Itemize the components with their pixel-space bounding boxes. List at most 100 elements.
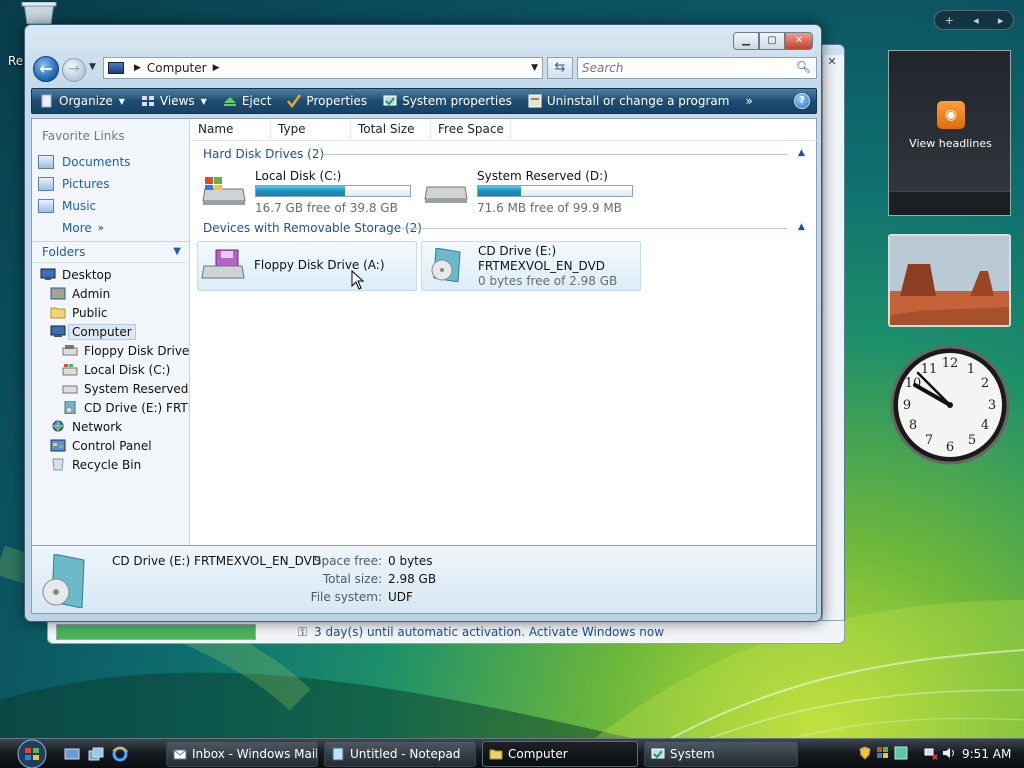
start-button[interactable] — [8, 739, 50, 768]
view-headlines-label[interactable]: View headlines — [889, 137, 1012, 150]
switch-windows-icon[interactable] — [88, 746, 104, 762]
search-box[interactable]: 🔍︎ — [577, 57, 817, 79]
next-icon[interactable]: ▸ — [998, 14, 1004, 27]
details-pane: CD Drive (E:) FRTMEXVOL_EN_DVD Space fre… — [31, 546, 817, 614]
computer-icon — [108, 62, 124, 74]
folders-header[interactable]: Folders ▼ — [32, 241, 189, 263]
search-icon[interactable]: 🔍︎ — [796, 60, 811, 74]
navigation-pane: Favorite Links Documents Pictures Music … — [32, 119, 190, 545]
close-button[interactable]: ✕ — [785, 32, 813, 50]
background-close-icon[interactable]: ✕ — [822, 55, 842, 73]
minimize-button[interactable]: ▁ — [733, 32, 759, 50]
taskbar-item-notepad[interactable]: Untitled - Notepad — [324, 741, 476, 767]
internet-explorer-icon[interactable] — [112, 746, 128, 762]
show-desktop-icon[interactable] — [64, 746, 80, 762]
tree-item-computer[interactable]: Computer — [32, 322, 189, 341]
favorite-link-music[interactable]: Music — [38, 195, 130, 217]
tree-item-local-disk-c[interactable]: Local Disk (C:) — [32, 360, 189, 379]
sidebar-icon[interactable] — [894, 746, 908, 760]
tree-item-label: Network — [72, 419, 123, 434]
recent-pages-dropdown-icon[interactable]: ▼ — [89, 62, 96, 72]
security-shield-icon[interactable] — [858, 746, 872, 760]
sidebar-controls[interactable]: + ◂ ▸ — [934, 10, 1014, 30]
system-properties-button[interactable]: System properties — [375, 89, 520, 113]
more-commands-button[interactable]: » — [737, 89, 760, 113]
eject-button[interactable]: Eject — [215, 89, 280, 113]
maximize-button[interactable]: ▢ — [759, 32, 785, 50]
help-icon[interactable]: ? — [794, 93, 810, 109]
previous-icon[interactable]: ◂ — [973, 14, 979, 27]
network-status-icon[interactable] — [924, 746, 938, 760]
title-bar-buttons: ▁ ▢ ✕ — [733, 32, 813, 50]
organize-button[interactable]: Organize ▼ — [32, 89, 133, 113]
search-input[interactable] — [578, 58, 788, 78]
double-chevron-right-icon: » — [97, 222, 104, 234]
collapse-chevron-up-icon[interactable]: ▲ — [798, 222, 805, 232]
views-button[interactable]: Views ▼ — [133, 89, 215, 113]
network-icon — [52, 420, 64, 432]
tree-item-public[interactable]: Public — [32, 303, 189, 322]
column-header-total-size[interactable]: Total Size — [351, 119, 431, 141]
favorite-link-documents[interactable]: Documents — [38, 151, 130, 173]
volume-icon[interactable] — [942, 746, 956, 760]
recycle-bin-desktop-icon[interactable] — [20, 2, 58, 24]
svg-text:5: 5 — [968, 433, 976, 448]
explorer-window[interactable]: ▁ ▢ ✕ ← → ▼ ▶ Computer ▶ ▼ ⇆ 🔍︎ Organize… — [24, 24, 822, 622]
drive-system-reserved-d[interactable]: System Reserved (D:) 71.6 MB free of 99.… — [421, 167, 637, 217]
tree-item-floppy[interactable]: Floppy Disk Drive (A:) — [32, 341, 189, 360]
activation-link[interactable]: ⚿ 3 day(s) until automatic activation. Ac… — [298, 625, 664, 640]
tree-item-label: Floppy Disk Drive (A:) — [84, 343, 189, 358]
activation-text[interactable]: 3 day(s) until automatic activation. Act… — [314, 625, 664, 639]
tree-item-network[interactable]: Network — [32, 417, 189, 436]
favorite-links-more[interactable]: More » — [38, 217, 130, 239]
background-status-bar: ⚿ 3 day(s) until automatic activation. Ac… — [47, 620, 845, 644]
breadcrumb-separator-icon[interactable]: ▶ — [134, 63, 141, 73]
column-header-free-space[interactable]: Free Space — [431, 119, 511, 141]
properties-button[interactable]: Properties — [279, 89, 375, 113]
group-divider — [321, 154, 787, 155]
tree-item-cd-drive-e[interactable]: CD Drive (E:) FRTMEXVOL_EN_DVD — [32, 398, 189, 417]
group-header-removable[interactable]: Devices with Removable Storage (2) — [203, 221, 422, 235]
address-bar[interactable]: ▶ Computer ▶ ▼ — [103, 57, 543, 79]
slideshow-gadget[interactable] — [888, 234, 1011, 327]
tree-item-recycle-bin[interactable]: Recycle Bin — [32, 455, 189, 474]
svg-text:4: 4 — [981, 418, 989, 433]
more-commands-chevron-icon: » — [745, 94, 753, 108]
breadcrumb-computer[interactable]: Computer — [147, 61, 207, 75]
keys-icon: ⚿ — [298, 625, 308, 639]
background-window-scrollbar[interactable] — [822, 55, 844, 641]
drive-local-disk-c[interactable]: Local Disk (C:) 16.7 GB free of 39.8 GB — [199, 167, 415, 217]
taskbar-item-windows-mail[interactable]: Inbox - Windows Mail — [166, 741, 318, 767]
property-value: 2.98 GB — [388, 572, 437, 586]
collapse-chevron-up-icon[interactable]: ▲ — [798, 148, 805, 158]
tree-item-system-reserved-d[interactable]: System Reserved (D:) — [32, 379, 189, 398]
windows-flag-icon[interactable] — [876, 746, 890, 760]
tree-item-admin[interactable]: Admin — [32, 284, 189, 303]
taskbar-item-computer[interactable]: Computer — [482, 741, 638, 767]
clock-gadget[interactable]: 12 12 345 678 91011 — [888, 343, 1012, 467]
tree-item-desktop[interactable]: Desktop — [32, 265, 189, 284]
column-header-name[interactable]: Name — [191, 119, 271, 141]
drive-floppy-a[interactable]: Floppy Disk Drive (A:) — [197, 241, 417, 291]
forward-button[interactable]: → — [62, 58, 86, 82]
favorite-link-pictures[interactable]: Pictures — [38, 173, 130, 195]
uninstall-program-button[interactable]: Uninstall or change a program — [520, 89, 738, 113]
tree-item-label: Control Panel — [72, 438, 152, 453]
system-clock[interactable]: 9:51 AM — [962, 747, 1011, 761]
drive-name: Local Disk (C:) — [255, 169, 342, 183]
breadcrumb-chevron-icon[interactable]: ▶ — [213, 63, 220, 73]
views-chevron-down-icon: ▼ — [200, 96, 207, 106]
column-header-type[interactable]: Type — [271, 119, 351, 141]
refresh-button[interactable]: ⇆ — [547, 57, 573, 79]
taskbar-item-system[interactable]: System — [644, 741, 798, 767]
mail-icon — [173, 749, 187, 760]
drive-cd-e[interactable]: CD Drive (E:) FRTMEXVOL_EN_DVD 0 bytes f… — [421, 241, 641, 291]
svg-text:6: 6 — [946, 440, 954, 455]
tree-item-control-panel[interactable]: Control Panel — [32, 436, 189, 455]
back-button[interactable]: ← — [33, 56, 59, 82]
chevron-down-icon[interactable]: ▼ — [173, 242, 181, 262]
group-header-hard-disks[interactable]: Hard Disk Drives (2) — [203, 147, 324, 161]
add-gadget-icon[interactable]: + — [945, 14, 954, 27]
address-dropdown-icon[interactable]: ▼ — [531, 63, 538, 73]
feed-headlines-gadget[interactable]: ◉ View headlines — [888, 50, 1011, 216]
